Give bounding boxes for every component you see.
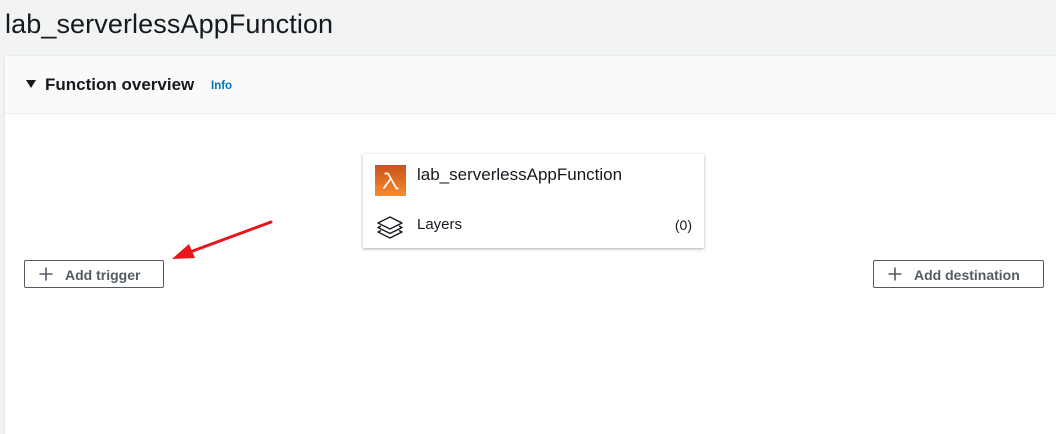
annotation-arrow-icon: [172, 220, 273, 259]
plus-icon: [888, 267, 902, 281]
function-name[interactable]: lab_serverlessAppFunction: [417, 165, 622, 185]
plus-icon: [39, 267, 53, 281]
add-trigger-label: Add trigger: [65, 267, 141, 283]
add-destination-button[interactable]: Add destination: [873, 260, 1044, 288]
layers-icon: [375, 214, 405, 242]
info-link[interactable]: Info: [211, 80, 232, 92]
lambda-function-page: lab_serverlessAppFunction Function overv…: [0, 0, 1056, 434]
page-title: lab_serverlessAppFunction: [5, 9, 334, 39]
function-overview-header[interactable]: Function overview Info: [5, 56, 1056, 114]
function-overview-title: Function overview: [45, 75, 195, 94]
layers-label[interactable]: Layers: [417, 216, 462, 233]
caret-down-icon[interactable]: [26, 80, 36, 88]
add-trigger-button[interactable]: Add trigger: [24, 260, 164, 288]
layers-count: (0): [674, 217, 692, 233]
lambda-icon: [375, 165, 406, 196]
function-diagram-card: lab_serverlessAppFunction Layers (0): [363, 154, 704, 248]
add-destination-label: Add destination: [914, 267, 1020, 283]
